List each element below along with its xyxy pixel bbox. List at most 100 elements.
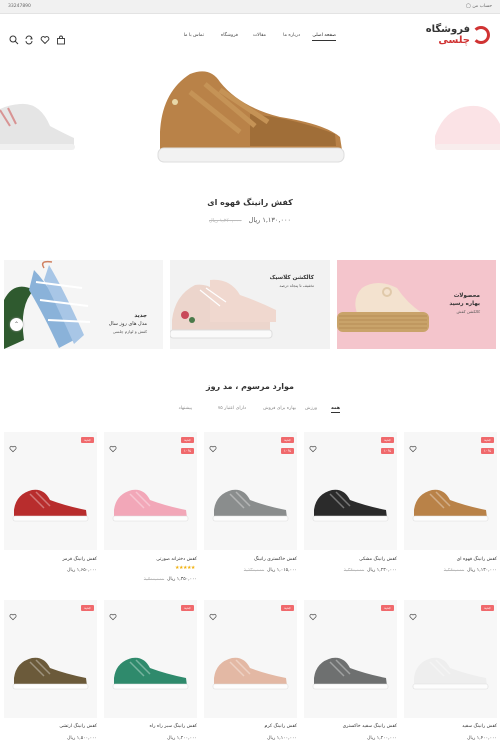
product-price: ۱,۲۰۰,۰۰۰ ریال xyxy=(304,736,397,741)
nav-articles[interactable]: مقالات xyxy=(253,33,266,38)
wishlist-heart-icon[interactable] xyxy=(109,438,117,453)
product-name[interactable]: کفش خاکستری رانینگ xyxy=(204,557,297,562)
wishlist-heart-icon[interactable] xyxy=(309,606,317,621)
product-tabs: همه ورزش بهاره برای فروش دارای اعتبار ۷۵… xyxy=(150,406,350,416)
product-current-price: ۱,۴۰۰,۰۰۰ ریال xyxy=(467,736,497,741)
product-name[interactable]: کفش رانینگ مشکی xyxy=(304,557,397,562)
banner-sandal-image xyxy=(4,260,91,349)
site-logo[interactable]: فروشگاه چلسی xyxy=(426,24,492,48)
product-card[interactable]: جدید ۱۰% xyxy=(404,432,497,550)
product-name[interactable]: کفش رانینگ ارتشی xyxy=(4,724,97,729)
nav-about[interactable]: درباره ما xyxy=(283,33,300,38)
product-price: ۱,۱۰۰,۰۰۰ ریال xyxy=(204,736,297,741)
account-link[interactable]: حساب من ◯ xyxy=(466,4,492,9)
product-shoe-image xyxy=(312,489,389,522)
product-price: ۱,۳۵۰,۰۰۰ ریال۱,۵۰۰,۰۰۰ xyxy=(104,577,197,582)
wishlist-heart-icon[interactable] xyxy=(9,606,17,621)
logo-line-2: چلسی xyxy=(438,35,470,46)
banner-new-models[interactable]: جدید مدل های روز سال کفش و لوازم چلسی xyxy=(4,260,163,349)
product-old-price: ۱,۲۶۰,۰۰۰ xyxy=(443,568,465,573)
user-icon: ◯ xyxy=(465,4,471,9)
product-current-price: ۱,۳۵۰,۰۰۰ ریال xyxy=(167,577,197,582)
product-card[interactable]: جدید ۱۰% xyxy=(304,432,397,550)
product-badge: جدید xyxy=(281,605,294,611)
product-badge: جدید xyxy=(281,437,294,443)
product-name[interactable]: کفش رانینگ کرم xyxy=(204,724,297,729)
product-price: ۱,۴۰۰,۰۰۰ ریال xyxy=(404,736,497,741)
product-shoe-image xyxy=(412,657,489,690)
product-card[interactable]: جدید xyxy=(4,432,97,550)
banner-2-text: کالکشن کلاسیک تخفیف تا پنجاه درصد xyxy=(269,275,314,288)
product-price: ۱,۰۱۵,۰۰۰ ریال۱,۱۳۰,۰۰۰ xyxy=(204,568,297,573)
banner-1-text: جدید مدل های روز سال کفش و لوازم چلسی xyxy=(108,313,147,334)
tab-spring-sale[interactable]: بهاره برای فروش xyxy=(263,406,296,411)
slider-arrow-icon[interactable]: ⌃ xyxy=(10,318,23,331)
product-shoe-image xyxy=(212,657,289,690)
product-card[interactable]: جدید xyxy=(204,600,297,718)
product-name[interactable]: کفش رانینگ سفید xyxy=(404,724,497,729)
tab-all[interactable]: همه xyxy=(331,406,340,413)
product-old-price: ۱,۱۳۰,۰۰۰ xyxy=(243,568,265,573)
wishlist-heart-icon[interactable] xyxy=(109,606,117,621)
hero-product-title[interactable]: کفش رانینگ قهوه ای xyxy=(0,198,500,207)
banner-classic-collection[interactable]: کالکشن کلاسیک تخفیف تا پنجاه درصد xyxy=(170,260,330,349)
product-shoe-image xyxy=(212,489,289,522)
wishlist-heart-icon[interactable] xyxy=(209,606,217,621)
wishlist-heart-icon[interactable] xyxy=(209,438,217,453)
tab-sport[interactable]: ورزش xyxy=(305,406,317,411)
product-badge: ۱۰% xyxy=(181,448,194,454)
product-name[interactable]: کفش رانینگ قرمز xyxy=(4,557,97,562)
nav-home[interactable]: صفحه اصلی xyxy=(312,33,336,41)
product-badge: جدید xyxy=(381,437,394,443)
hero-slider[interactable]: کفش رانینگ قهوه ای ۱,۱۳۰,۰۰۰ ریال ۱,۲۶۰,… xyxy=(0,56,500,256)
nav-shop[interactable]: فروشگاه xyxy=(221,33,238,38)
product-price: ۱,۵۰۰,۰۰۰ ریال xyxy=(4,736,97,741)
product-old-price: ۱,۳۶۰,۰۰۰ xyxy=(343,568,365,573)
wishlist-heart-icon[interactable] xyxy=(309,438,317,453)
site-header: فروشگاه چلسی صفحه اصلی درباره ما مقالات … xyxy=(0,14,500,56)
product-shoe-image xyxy=(412,489,489,522)
product-card[interactable]: جدید xyxy=(4,600,97,718)
phone-number[interactable]: 33247890 xyxy=(8,4,31,9)
bag-icon[interactable] xyxy=(56,30,66,45)
top-bar: 33247890 حساب من ◯ xyxy=(0,0,500,14)
wishlist-heart-icon[interactable] xyxy=(9,438,17,453)
refresh-icon[interactable] xyxy=(24,30,34,45)
product-current-price: ۱,۲۰۰,۰۰۰ ریال xyxy=(367,736,397,741)
product-name[interactable]: کفش رانینگ سفید خاکستری xyxy=(304,724,397,729)
product-badge: جدید xyxy=(181,437,194,443)
product-name[interactable]: کفش رانینگ سبز راه راه xyxy=(104,724,197,729)
product-card[interactable]: جدید xyxy=(104,600,197,718)
product-price: ۱,۱۳۰,۰۰۰ ریال۱,۲۶۰,۰۰۰ xyxy=(404,568,497,573)
product-rating-stars: ★★★★★ xyxy=(175,565,195,571)
product-current-price: ۱,۱۳۰,۰۰۰ ریال xyxy=(467,568,497,573)
product-current-price: ۱,۶۵۰,۰۰۰ ریال xyxy=(67,568,97,573)
product-shoe-image xyxy=(112,489,189,522)
nav-contact[interactable]: تماس با ما xyxy=(184,33,204,38)
product-old-price: ۱,۵۰۰,۰۰۰ xyxy=(143,577,165,582)
banner-espadrille-image xyxy=(337,283,429,332)
product-badge: ۱۰% xyxy=(381,448,394,454)
heart-icon[interactable] xyxy=(40,30,50,45)
product-card[interactable]: جدید xyxy=(304,600,397,718)
product-card[interactable]: جدید xyxy=(404,600,497,718)
header-icons xyxy=(9,30,69,45)
wishlist-heart-icon[interactable] xyxy=(409,606,417,621)
product-badge: جدید xyxy=(381,605,394,611)
hero-old-price: ۱,۲۶۰,۰۰۰ ریال xyxy=(209,218,242,224)
search-icon[interactable] xyxy=(9,30,19,45)
product-name[interactable]: کفش رانینگ قهوه ای xyxy=(404,557,497,562)
logo-line-1: فروشگاه xyxy=(425,24,470,35)
product-badge: جدید xyxy=(81,437,94,443)
product-name[interactable]: کفش دخترانه صورتی xyxy=(104,557,197,562)
hero-prev-shoe-image xyxy=(0,103,75,150)
product-shoe-image xyxy=(312,657,389,690)
tab-credit[interactable]: دارای اعتبار ۷۵ xyxy=(218,406,246,411)
banner-spring-products[interactable]: محصولات بهاره رسید کالکشن کفش xyxy=(337,260,496,349)
hero-next-shoe-image xyxy=(435,105,500,150)
product-card[interactable]: جدید ۱۰% xyxy=(204,432,297,550)
tab-offer[interactable]: پیشنهاد xyxy=(179,406,192,411)
wishlist-heart-icon[interactable] xyxy=(409,438,417,453)
hero-shoe-image xyxy=(157,71,345,163)
product-card[interactable]: جدید ۱۰% xyxy=(104,432,197,550)
